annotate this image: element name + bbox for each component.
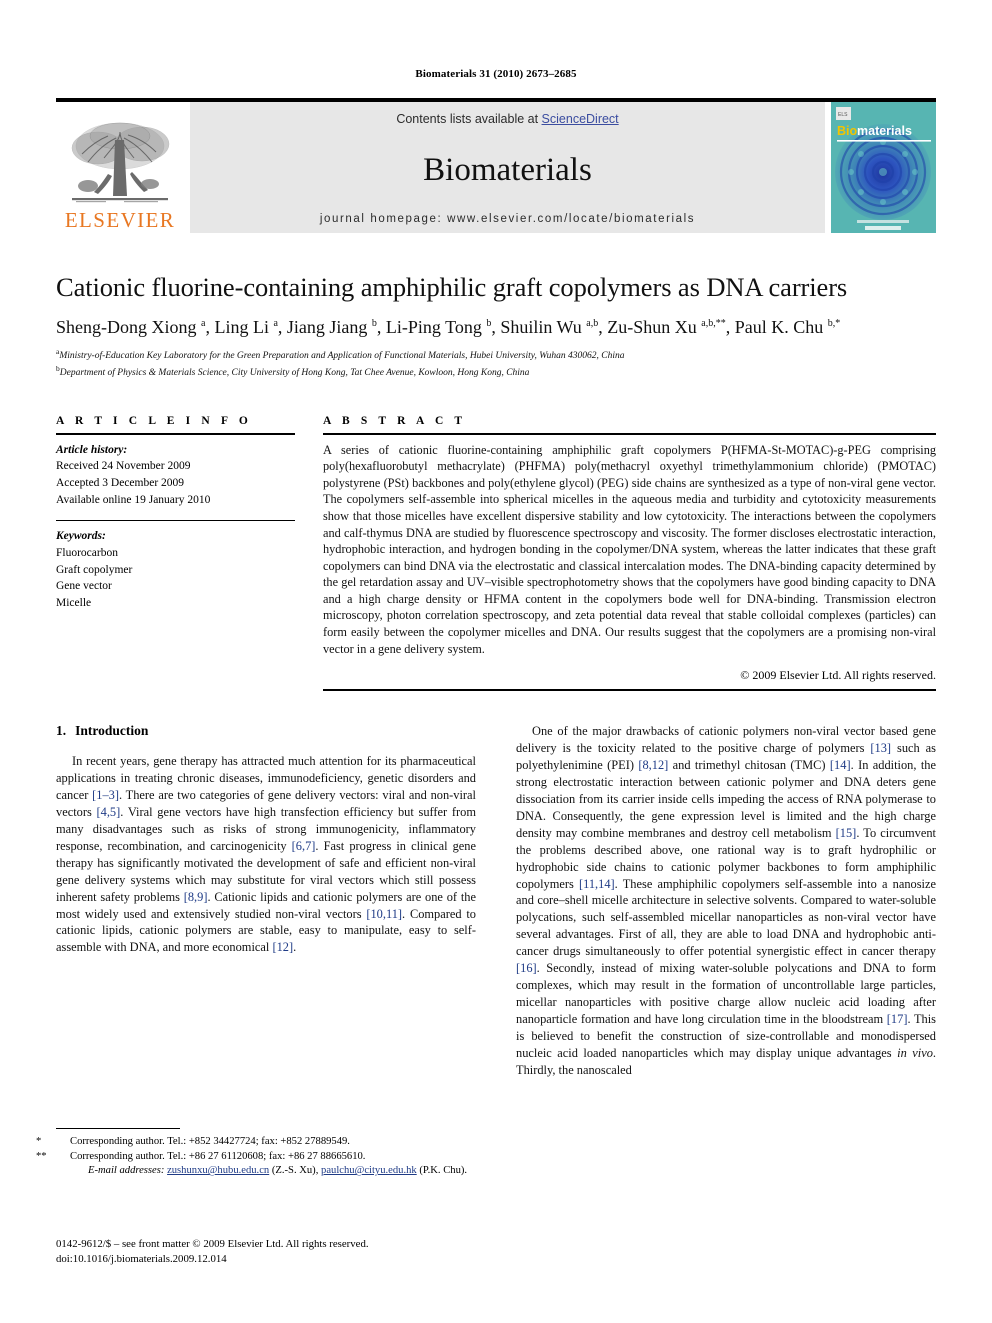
keyword-item: Graft copolymer: [56, 563, 133, 576]
article-title: Cationic fluorine-containing amphiphilic…: [56, 272, 848, 302]
doi-line: doi:10.1016/j.biomaterials.2009.12.014: [56, 1253, 227, 1266]
history-accepted: Accepted 3 December 2009: [56, 476, 185, 489]
footnote-block: * Corresponding author. Tel.: +852 344277…: [36, 1128, 476, 1179]
footnote-corresponding-author-2: ** Corresponding author. Tel.: +86 27 611…: [36, 1150, 476, 1165]
sciencedirect-link[interactable]: ScienceDirect: [542, 112, 619, 126]
affiliation-b-text: Department of Physics & Materials Scienc…: [59, 368, 530, 379]
email-owner-chu: (P.K. Chu).: [419, 1165, 468, 1177]
body-columns: 1. Introduction In recent years, gene the…: [56, 723, 936, 1078]
info-abstract-region: A R T I C L E I N F O Article history: R…: [56, 415, 936, 692]
email-addresses-label: E-mail addresses:: [88, 1165, 165, 1177]
article-info-column: A R T I C L E I N F O Article history: R…: [56, 415, 295, 692]
body-column-right: One of the major drawbacks of cationic p…: [516, 723, 936, 1078]
author-list: Sheng-Dong Xiong a, Ling Li a, Jiang Jia…: [56, 316, 841, 337]
article-history-block: Article history: Received 24 November 20…: [56, 442, 295, 509]
affiliation-b: bDepartment of Physics & Materials Scien…: [56, 363, 530, 379]
keywords-label: Keywords:: [56, 530, 106, 543]
abstract-rule: [323, 432, 936, 435]
svg-text:ELS: ELS: [838, 112, 848, 118]
journal-article-page: Biomaterials 31 (2010) 2673–2685 ELSEVIE…: [0, 0, 992, 1323]
abstract-column: A B S T R A C T A series of cationic flu…: [323, 415, 936, 692]
footnote-rule: [56, 1128, 180, 1129]
keywords-rule: [56, 520, 295, 522]
elsevier-tree-icon: [64, 118, 176, 210]
contents-prefix: Contents lists available at: [396, 112, 542, 126]
footnote-email-addresses: E-mail addresses: zushunxu@hubu.edu.cn (…: [56, 1164, 476, 1179]
svg-text:materials: materials: [857, 124, 912, 138]
issn-front-matter: 0142-9612/$ – see front matter © 2009 El…: [56, 1238, 369, 1250]
footnote-corresponding-author-1: * Corresponding author. Tel.: +852 344277…: [36, 1135, 476, 1150]
intro-paragraph-left: In recent years, gene therapy has attrac…: [56, 754, 477, 955]
svg-text:Bio: Bio: [837, 124, 858, 138]
email-link-xu[interactable]: zushunxu@hubu.edu.cn: [167, 1165, 269, 1176]
footnote-text: Corresponding author. Tel.: +852 3442772…: [70, 1136, 350, 1147]
footnote-marker: *: [36, 1136, 42, 1147]
abstract-text: A series of cationic fluorine-containing…: [323, 442, 936, 656]
abstract-copyright: © 2009 Elsevier Ltd. All rights reserved…: [740, 668, 936, 683]
email-link-chu[interactable]: paulchu@cityu.edu.hk: [321, 1165, 417, 1176]
journal-masthead: ELSEVIER Contents lists available at Sci…: [56, 98, 936, 233]
footnote-marker: **: [36, 1150, 47, 1162]
journal-homepage-line[interactable]: journal homepage: www.elsevier.com/locat…: [320, 213, 695, 225]
section-title-text: Introduction: [75, 723, 149, 739]
title-block: Cationic fluorine-containing amphiphilic…: [56, 272, 936, 381]
email-owner-xu: (Z.-S. Xu),: [271, 1165, 319, 1177]
article-history-label: Article history:: [56, 443, 128, 456]
keyword-item: Fluorocarbon: [56, 546, 118, 559]
affiliation-a-text: Ministry-of-Education Key Laboratory for…: [59, 351, 625, 362]
keywords-block: Keywords: Fluorocarbon Graft copolymer G…: [56, 528, 295, 611]
history-received: Received 24 November 2009: [56, 460, 191, 473]
intro-paragraph-right: One of the major drawbacks of cationic p…: [516, 724, 937, 1077]
keyword-item: Gene vector: [56, 580, 112, 593]
running-head: Biomaterials 31 (2010) 2673–2685: [415, 68, 577, 80]
affiliation-a: aMinistry-of-Education Key Laboratory fo…: [56, 347, 625, 362]
section-number: 1.: [56, 723, 67, 739]
elsevier-logo: ELSEVIER: [56, 102, 184, 233]
body-column-gap: [476, 723, 516, 1078]
section-heading-introduction: 1. Introduction: [56, 723, 476, 739]
abstract-heading: A B S T R A C T: [323, 414, 467, 427]
abstract-bottom-rule: [323, 689, 936, 692]
article-info-rule: [56, 432, 295, 435]
footnote-text: Corresponding author. Tel.: +86 27 61120…: [70, 1150, 366, 1162]
masthead-center: Contents lists available at ScienceDirec…: [190, 102, 825, 233]
elsevier-wordmark: ELSEVIER: [64, 208, 176, 232]
body-column-left: 1. Introduction In recent years, gene the…: [56, 723, 476, 1078]
article-info-heading: A R T I C L E I N F O: [56, 414, 252, 427]
journal-cover-thumbnail: ELS Bio materials: [831, 102, 936, 233]
column-gap: [295, 415, 323, 692]
contents-available-line: Contents lists available at ScienceDirec…: [396, 112, 618, 126]
history-available-online: Available online 19 January 2010: [56, 493, 211, 506]
journal-title: Biomaterials: [423, 152, 592, 188]
keyword-item: Micelle: [56, 596, 92, 609]
imprint-block: 0142-9612/$ – see front matter © 2009 El…: [56, 1237, 486, 1268]
